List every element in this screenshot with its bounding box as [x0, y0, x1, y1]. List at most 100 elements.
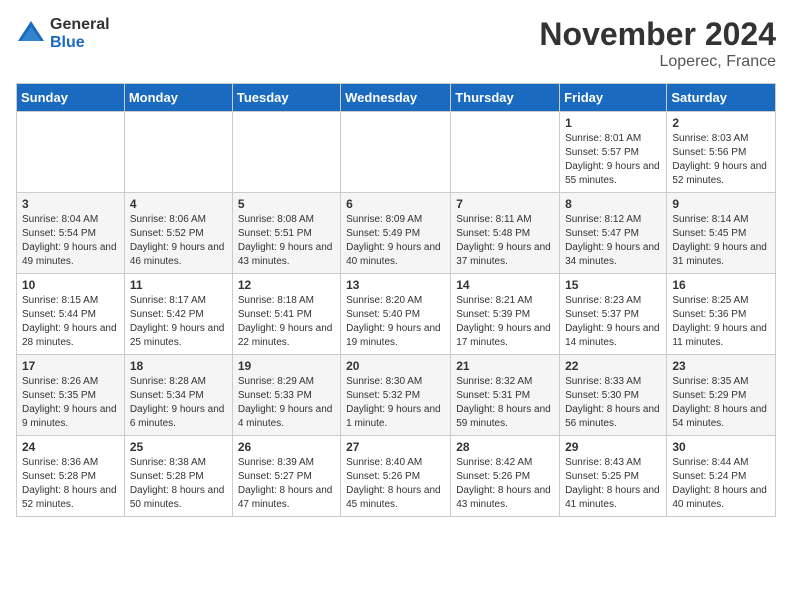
calendar-cell: 25Sunrise: 8:38 AM Sunset: 5:28 PM Dayli…	[124, 436, 232, 517]
day-info: Sunrise: 8:11 AM Sunset: 5:48 PM Dayligh…	[456, 213, 554, 269]
header-saturday: Saturday	[667, 84, 776, 112]
day-info: Sunrise: 8:25 AM Sunset: 5:36 PM Dayligh…	[672, 294, 770, 350]
calendar-cell: 29 Sunrise: 8:43 AM Sunset: 5:25 PM Dayli…	[560, 436, 667, 517]
calendar-cell	[124, 112, 232, 193]
day-info: Sunrise: 8:17 AM Sunset: 5:42 PM Dayligh…	[130, 294, 227, 350]
day-number: 28	[456, 440, 554, 454]
day-number: 16	[672, 278, 770, 292]
day-number: 24	[22, 440, 119, 454]
calendar-cell: 3 Sunrise: 8:04 AM Sunset: 5:54 PM Daylig…	[17, 193, 125, 274]
day-info: Sunrise: 8:33 AM Sunset: 5:30 PM Dayligh…	[565, 375, 661, 431]
day-info: Sunrise: 8:44 AM Sunset: 5:24 PM Dayligh…	[672, 456, 770, 512]
day-number: 14	[456, 278, 554, 292]
logo-blue: Blue	[50, 34, 110, 52]
logo-icon	[16, 19, 46, 49]
calendar-cell: 26Sunrise: 8:39 AM Sunset: 5:27 PM Dayli…	[232, 436, 340, 517]
calendar-cell: 21 Sunrise: 8:32 AM Sunset: 5:31 PM Dayli…	[451, 355, 560, 436]
location: Loperec, France	[539, 53, 776, 71]
month-title: November 2024	[539, 16, 776, 53]
calendar-cell: 13 Sunrise: 8:20 AM Sunset: 5:40 PM Dayli…	[341, 274, 451, 355]
calendar-cell: 15 Sunrise: 8:23 AM Sunset: 5:37 PM Dayli…	[560, 274, 667, 355]
day-number: 6	[346, 197, 445, 211]
day-number: 17	[22, 359, 119, 373]
calendar-cell: 2Sunrise: 8:03 AM Sunset: 5:56 PM Daylig…	[667, 112, 776, 193]
week-row-2: 3 Sunrise: 8:04 AM Sunset: 5:54 PM Daylig…	[17, 193, 776, 274]
calendar-cell: 20Sunrise: 8:30 AM Sunset: 5:32 PM Dayli…	[341, 355, 451, 436]
logo-general: General	[50, 16, 110, 34]
header-tuesday: Tuesday	[232, 84, 340, 112]
day-info: Sunrise: 8:15 AM Sunset: 5:44 PM Dayligh…	[22, 294, 119, 350]
calendar-cell: 6 Sunrise: 8:09 AM Sunset: 5:49 PM Daylig…	[341, 193, 451, 274]
calendar-cell: 14 Sunrise: 8:21 AM Sunset: 5:39 PM Dayli…	[451, 274, 560, 355]
calendar-cell: 8Sunrise: 8:12 AM Sunset: 5:47 PM Daylig…	[560, 193, 667, 274]
header-sunday: Sunday	[17, 84, 125, 112]
day-number: 10	[22, 278, 119, 292]
day-number: 30	[672, 440, 770, 454]
day-info: Sunrise: 8:43 AM Sunset: 5:25 PM Dayligh…	[565, 456, 661, 512]
calendar-header-row: SundayMondayTuesdayWednesdayThursdayFrid…	[17, 84, 776, 112]
day-number: 21	[456, 359, 554, 373]
day-info: Sunrise: 8:32 AM Sunset: 5:31 PM Dayligh…	[456, 375, 554, 431]
day-number: 1	[565, 116, 661, 130]
calendar-cell: 9Sunrise: 8:14 AM Sunset: 5:45 PM Daylig…	[667, 193, 776, 274]
calendar-cell	[451, 112, 560, 193]
day-number: 7	[456, 197, 554, 211]
calendar-cell: 17 Sunrise: 8:26 AM Sunset: 5:35 PM Dayli…	[17, 355, 125, 436]
day-info: Sunrise: 8:12 AM Sunset: 5:47 PM Dayligh…	[565, 213, 661, 269]
day-info: Sunrise: 8:09 AM Sunset: 5:49 PM Dayligh…	[346, 213, 445, 269]
day-number: 5	[238, 197, 335, 211]
header-monday: Monday	[124, 84, 232, 112]
day-number: 29	[565, 440, 661, 454]
day-info: Sunrise: 8:40 AM Sunset: 5:26 PM Dayligh…	[346, 456, 445, 512]
day-number: 3	[22, 197, 119, 211]
calendar-cell	[17, 112, 125, 193]
day-info: Sunrise: 8:42 AM Sunset: 5:26 PM Dayligh…	[456, 456, 554, 512]
page-header: General Blue November 2024 Loperec, Fran…	[16, 16, 776, 71]
calendar: SundayMondayTuesdayWednesdayThursdayFrid…	[16, 83, 776, 517]
day-info: Sunrise: 8:06 AM Sunset: 5:52 PM Dayligh…	[130, 213, 227, 269]
day-number: 13	[346, 278, 445, 292]
title-block: November 2024 Loperec, France	[539, 16, 776, 71]
calendar-cell: 27 Sunrise: 8:40 AM Sunset: 5:26 PM Dayli…	[341, 436, 451, 517]
day-number: 12	[238, 278, 335, 292]
day-info: Sunrise: 8:08 AM Sunset: 5:51 PM Dayligh…	[238, 213, 335, 269]
day-info: Sunrise: 8:20 AM Sunset: 5:40 PM Dayligh…	[346, 294, 445, 350]
day-number: 11	[130, 278, 227, 292]
day-info: Sunrise: 8:29 AM Sunset: 5:33 PM Dayligh…	[238, 375, 335, 431]
day-number: 2	[672, 116, 770, 130]
calendar-cell: 28 Sunrise: 8:42 AM Sunset: 5:26 PM Dayli…	[451, 436, 560, 517]
day-number: 4	[130, 197, 227, 211]
calendar-cell: 22 Sunrise: 8:33 AM Sunset: 5:30 PM Dayli…	[560, 355, 667, 436]
day-info: Sunrise: 8:01 AM Sunset: 5:57 PM Dayligh…	[565, 132, 661, 188]
calendar-cell: 30 Sunrise: 8:44 AM Sunset: 5:24 PM Dayli…	[667, 436, 776, 517]
day-number: 23	[672, 359, 770, 373]
calendar-cell: 19 Sunrise: 8:29 AM Sunset: 5:33 PM Dayli…	[232, 355, 340, 436]
day-number: 20	[346, 359, 445, 373]
calendar-cell: 1 Sunrise: 8:01 AM Sunset: 5:57 PM Daylig…	[560, 112, 667, 193]
logo: General Blue	[16, 16, 110, 51]
day-number: 15	[565, 278, 661, 292]
calendar-cell: 10 Sunrise: 8:15 AM Sunset: 5:44 PM Dayli…	[17, 274, 125, 355]
day-number: 9	[672, 197, 770, 211]
day-info: Sunrise: 8:04 AM Sunset: 5:54 PM Dayligh…	[22, 213, 119, 269]
week-row-1: 1 Sunrise: 8:01 AM Sunset: 5:57 PM Daylig…	[17, 112, 776, 193]
day-number: 19	[238, 359, 335, 373]
calendar-cell	[341, 112, 451, 193]
logo-text: General Blue	[50, 16, 110, 51]
week-row-3: 10 Sunrise: 8:15 AM Sunset: 5:44 PM Dayli…	[17, 274, 776, 355]
calendar-cell	[232, 112, 340, 193]
calendar-cell: 12Sunrise: 8:18 AM Sunset: 5:41 PM Dayli…	[232, 274, 340, 355]
calendar-cell: 18Sunrise: 8:28 AM Sunset: 5:34 PM Dayli…	[124, 355, 232, 436]
day-number: 25	[130, 440, 227, 454]
calendar-cell: 4 Sunrise: 8:06 AM Sunset: 5:52 PM Daylig…	[124, 193, 232, 274]
calendar-cell: 23 Sunrise: 8:35 AM Sunset: 5:29 PM Dayli…	[667, 355, 776, 436]
week-row-4: 17 Sunrise: 8:26 AM Sunset: 5:35 PM Dayli…	[17, 355, 776, 436]
week-row-5: 24Sunrise: 8:36 AM Sunset: 5:28 PM Dayli…	[17, 436, 776, 517]
day-number: 27	[346, 440, 445, 454]
day-info: Sunrise: 8:21 AM Sunset: 5:39 PM Dayligh…	[456, 294, 554, 350]
day-info: Sunrise: 8:23 AM Sunset: 5:37 PM Dayligh…	[565, 294, 661, 350]
day-info: Sunrise: 8:35 AM Sunset: 5:29 PM Dayligh…	[672, 375, 770, 431]
day-number: 22	[565, 359, 661, 373]
day-info: Sunrise: 8:39 AM Sunset: 5:27 PM Dayligh…	[238, 456, 335, 512]
day-info: Sunrise: 8:26 AM Sunset: 5:35 PM Dayligh…	[22, 375, 119, 431]
